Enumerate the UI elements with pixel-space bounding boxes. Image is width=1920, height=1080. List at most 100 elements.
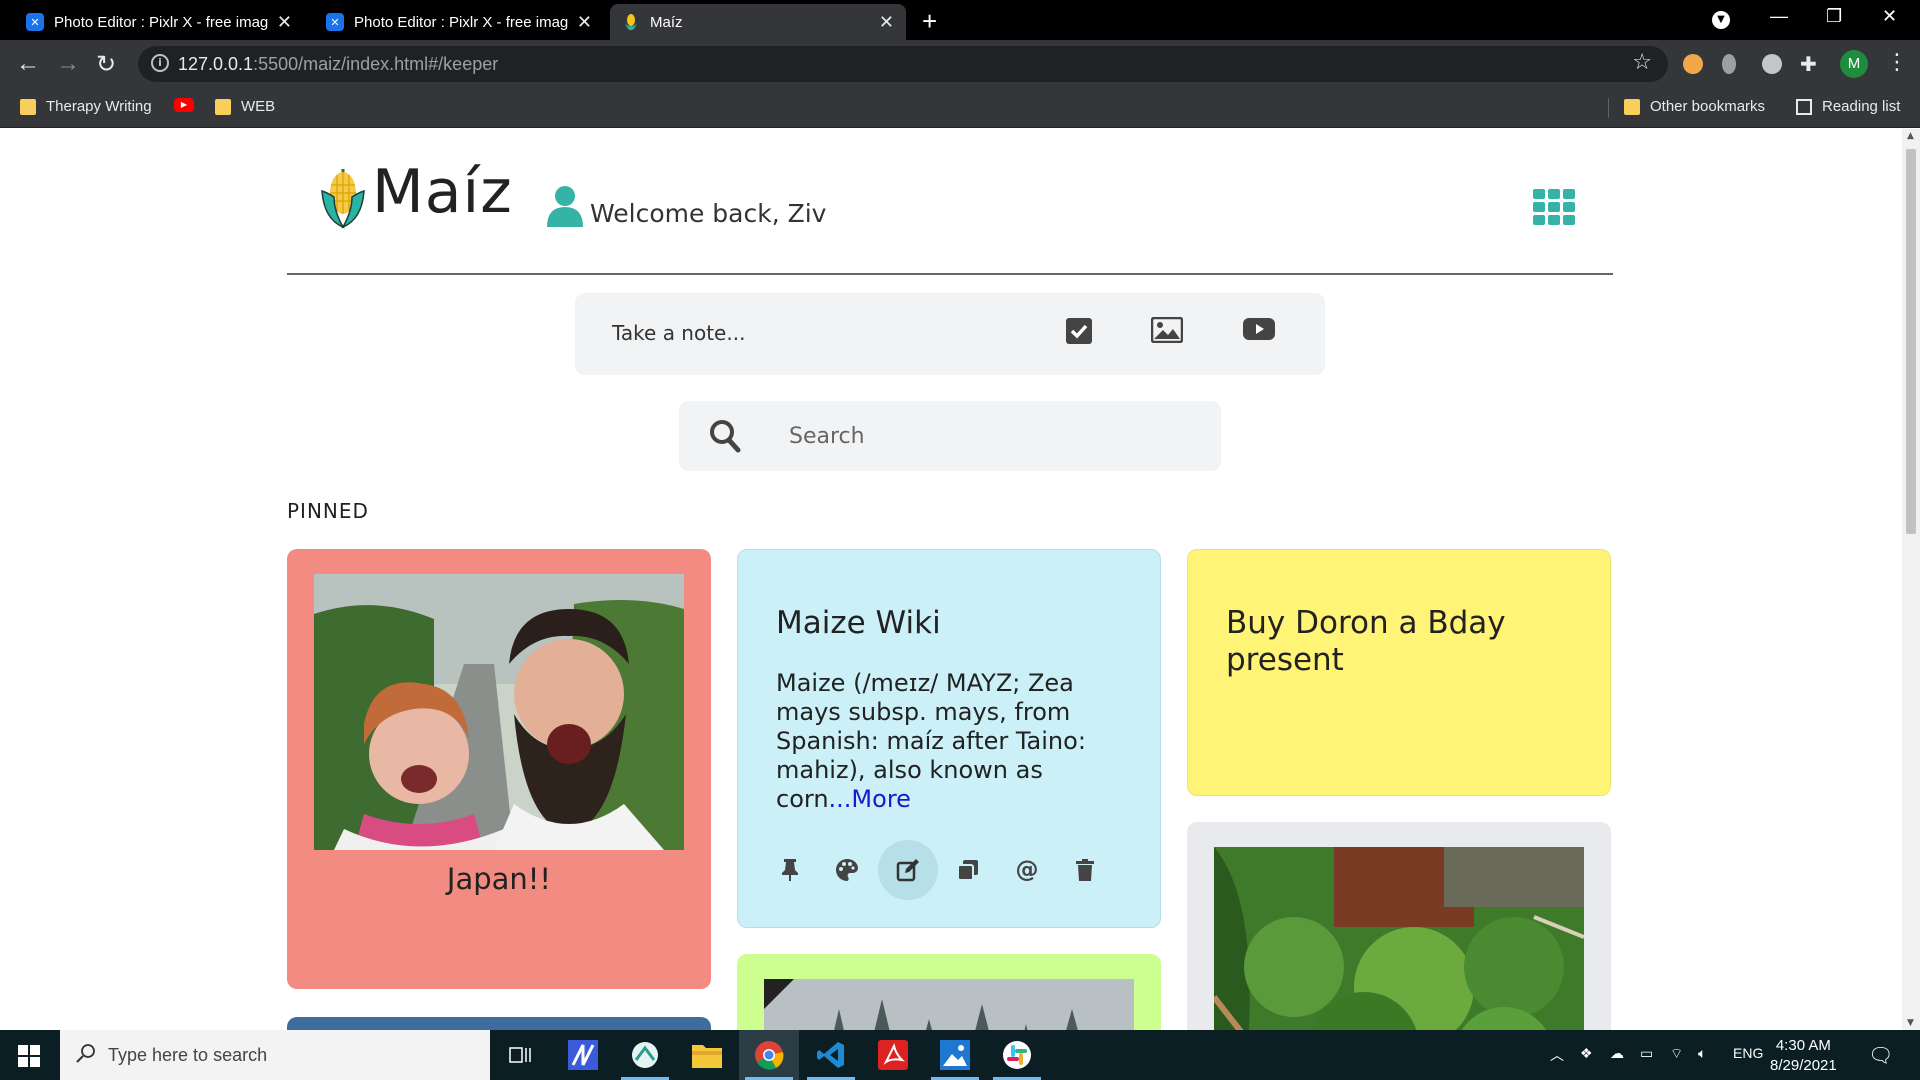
note-caption: Japan!! (446, 862, 552, 896)
search-bar[interactable] (679, 401, 1221, 471)
app-logo-text[interactable]: Maíz (372, 157, 513, 227)
bookmark-star-icon[interactable]: ☆ (1632, 50, 1652, 75)
info-icon[interactable]: i (151, 54, 169, 72)
header-divider (287, 273, 1613, 275)
page-viewport: Maíz Welcome back, Ziv Take a note... PI… (0, 129, 1902, 1030)
vscode-icon[interactable] (801, 1030, 861, 1080)
tray-chevron-icon[interactable]: ︿ (1550, 1045, 1564, 1065)
take-note-placeholder[interactable]: Take a note... (612, 321, 745, 345)
video-icon[interactable] (1243, 317, 1275, 345)
taskbar-search-box[interactable]: Type here to search (60, 1030, 490, 1080)
notification-icon[interactable]: 🗨︎ (1868, 1043, 1893, 1068)
browser-toolbar: ← → ↻ i 127.0.0.1:5500/maiz/index.html#/… (0, 40, 1920, 88)
new-tab-button[interactable]: + (922, 6, 937, 37)
tab-pixlr-2[interactable]: ✕ Photo Editor : Pixlr X - free image ✕ (314, 4, 604, 40)
taskbar-search-placeholder[interactable]: Type here to search (108, 1045, 267, 1066)
page-scrollbar[interactable]: ▲ ▼ (1902, 129, 1920, 1030)
tab-search-icon[interactable]: ▼ (1712, 11, 1730, 29)
tab-pixlr-1[interactable]: ✕ Photo Editor : Pixlr X - free image ✕ (14, 4, 304, 40)
onedrive-icon[interactable]: ☁ (1610, 1045, 1624, 1062)
note-photo (1214, 847, 1584, 1030)
tab-strip: ✕ Photo Editor : Pixlr X - free image ✕ … (0, 0, 1920, 40)
close-tab-icon[interactable]: ✕ (277, 12, 292, 33)
forward-icon[interactable]: → (56, 50, 80, 78)
note-card-garden[interactable] (1187, 822, 1611, 1030)
acrobat-icon[interactable] (863, 1030, 923, 1080)
app-icon-blue[interactable] (553, 1030, 613, 1080)
restore-icon[interactable]: ❐ (1826, 6, 1842, 27)
taskbar-clock[interactable]: 4:30 AM 8/29/2021 (1770, 1036, 1837, 1076)
extension-icon[interactable] (1722, 54, 1736, 74)
pixlr-icon: ✕ (26, 13, 44, 31)
extensions-puzzle-icon[interactable]: ✚ (1800, 52, 1817, 77)
extension-icon[interactable] (1683, 54, 1703, 74)
search-input[interactable] (789, 419, 1189, 453)
palette-icon[interactable] (817, 840, 877, 900)
bookmark-separator (1608, 98, 1609, 118)
close-tab-icon[interactable]: ✕ (879, 12, 894, 33)
windows-start-icon[interactable] (18, 1045, 40, 1071)
tab-maiz[interactable]: Maíz ✕ (610, 4, 906, 40)
close-tab-icon[interactable]: ✕ (577, 12, 592, 33)
bookmark-web[interactable]: WEB (215, 98, 275, 115)
search-icon[interactable] (709, 419, 741, 457)
folder-icon (1624, 98, 1640, 115)
reading-list-label: Reading list (1822, 98, 1901, 115)
reload-icon[interactable]: ↻ (96, 50, 116, 79)
tab-title: Photo Editor : Pixlr X - free image (54, 13, 269, 31)
bookmarks-bar: Therapy Writing ▶ WEB Other bookmarks Re… (0, 88, 1920, 128)
other-bookmarks-label: Other bookmarks (1650, 98, 1766, 115)
note-card-navy[interactable] (287, 1017, 711, 1030)
edit-icon[interactable] (878, 840, 938, 900)
bookmark-therapy-writing[interactable]: Therapy Writing (20, 98, 152, 115)
apps-grid-icon[interactable] (1533, 189, 1575, 227)
bookmark-youtube[interactable]: ▶ (174, 98, 194, 112)
back-icon[interactable]: ← (16, 50, 40, 78)
wifi-icon[interactable]: ⌔ (1670, 1045, 1683, 1063)
address-bar[interactable]: i 127.0.0.1:5500/maiz/index.html#/keeper… (138, 46, 1668, 82)
checkbox-list-icon[interactable] (1065, 317, 1093, 349)
trash-icon[interactable] (1055, 840, 1115, 900)
photos-icon[interactable] (925, 1030, 985, 1080)
volume-icon[interactable]: 🔈︎ (1698, 1045, 1706, 1062)
profile-avatar[interactable]: M (1840, 50, 1868, 78)
mail-at-icon[interactable]: @ (997, 840, 1057, 900)
note-card-forest[interactable] (737, 954, 1161, 1030)
note-card-japan[interactable]: Japan!! (287, 549, 711, 989)
tab-title: Maíz (650, 13, 683, 31)
language-indicator[interactable]: ENG (1733, 1045, 1763, 1061)
note-card-doron[interactable]: Buy Doron a Bday present (1187, 549, 1611, 796)
scroll-down-icon[interactable]: ▼ (1907, 1018, 1914, 1028)
scroll-up-icon[interactable]: ▲ (1907, 131, 1914, 141)
app-icon-teal[interactable] (615, 1030, 675, 1080)
youtube-icon: ▶ (174, 98, 194, 112)
user-icon[interactable] (547, 185, 583, 231)
close-window-icon[interactable]: ✕ (1882, 6, 1897, 27)
slack-icon[interactable] (987, 1030, 1047, 1080)
pin-icon[interactable] (760, 840, 820, 900)
tab-title: Photo Editor : Pixlr X - free image (354, 13, 569, 31)
battery-icon[interactable]: ▭ (1640, 1045, 1653, 1062)
dropbox-icon[interactable]: ❖ (1580, 1045, 1593, 1062)
chrome-menu-icon[interactable]: ⋮ (1886, 50, 1908, 75)
note-photo (314, 574, 684, 850)
more-link[interactable]: ...More (829, 785, 911, 813)
chrome-icon[interactable] (739, 1030, 799, 1080)
extension-gear-icon[interactable] (1762, 54, 1782, 74)
image-icon[interactable] (1150, 316, 1184, 347)
note-card-maize-wiki[interactable]: Maize Wiki Maize (/meɪz/ MAYZ; Zea mays … (737, 549, 1161, 928)
scrollbar-thumb[interactable] (1906, 149, 1916, 534)
task-view-icon[interactable] (490, 1030, 550, 1080)
other-bookmarks[interactable]: Other bookmarks (1624, 98, 1765, 115)
search-icon (76, 1043, 96, 1067)
url-text[interactable]: 127.0.0.1:5500/maiz/index.html#/keeper (178, 54, 498, 75)
bookmark-label: WEB (241, 98, 276, 115)
note-photo (764, 979, 1134, 1030)
minimize-icon[interactable]: — (1770, 6, 1788, 27)
pinned-heading: PINNED (287, 499, 369, 523)
copy-icon[interactable] (938, 840, 998, 900)
file-explorer-icon[interactable] (677, 1030, 737, 1080)
take-note-box[interactable]: Take a note... (575, 293, 1325, 375)
bookmark-label: Therapy Writing (46, 98, 152, 115)
reading-list[interactable]: Reading list (1796, 98, 1900, 115)
